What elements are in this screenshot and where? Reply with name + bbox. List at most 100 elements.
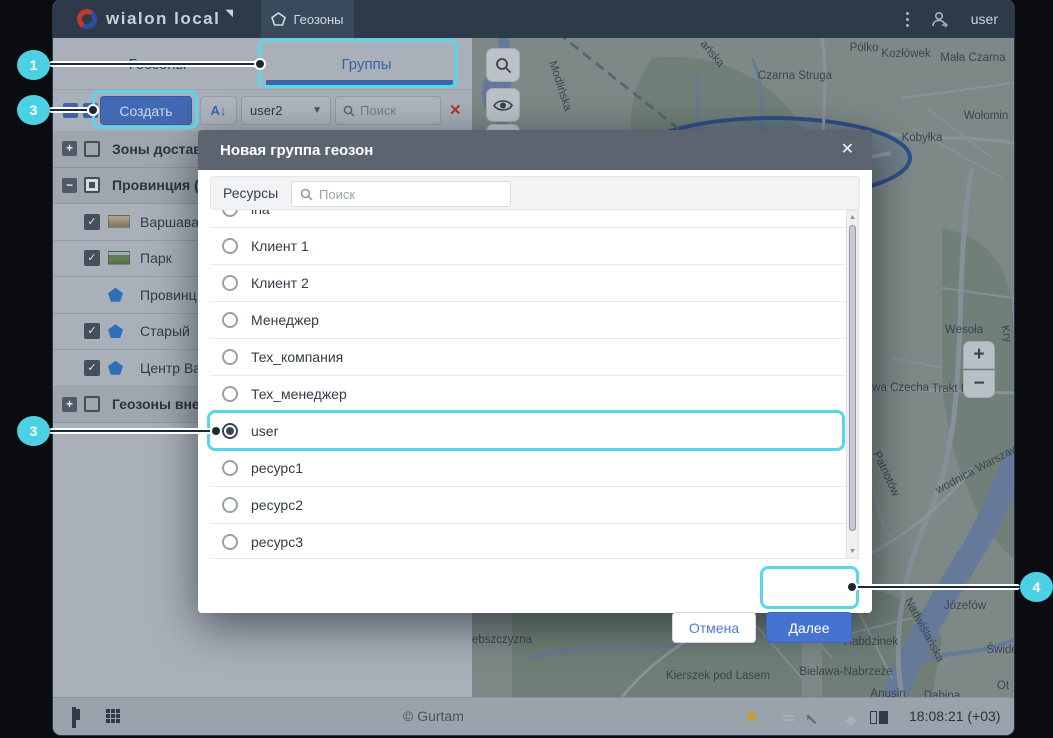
bottom-bar: © Gurtam ★ 18:08:21 (+03) xyxy=(53,697,1014,735)
resource-filter-dropdown[interactable]: user2 ▼ xyxy=(241,96,331,125)
sort-button[interactable]: А↓ xyxy=(200,96,237,125)
app-tab-label: Геозоны xyxy=(293,12,343,27)
callout-dot-3b xyxy=(210,425,222,437)
radio-icon[interactable] xyxy=(222,386,238,402)
tab-resources[interactable]: Ресурсы xyxy=(223,185,278,201)
callout-badge-1: 1 xyxy=(17,50,50,80)
map-label: Świder xyxy=(986,644,1014,656)
resource-option-label: Менеджер xyxy=(251,312,319,328)
sidebar-search[interactable] xyxy=(335,96,441,125)
checkbox-partial[interactable] xyxy=(84,177,100,193)
map-label: Czarna Struga xyxy=(758,70,832,82)
map-label: Wesoła xyxy=(945,324,983,336)
geofence-label: Центр Ва xyxy=(140,360,201,376)
radio-icon[interactable] xyxy=(222,534,238,550)
copyright-label: © Gurtam xyxy=(403,708,464,724)
dialog-tabstrip: Ресурсы xyxy=(210,176,860,210)
geofence-label: Парк xyxy=(140,250,172,266)
cancel-button[interactable]: Отмена xyxy=(672,612,756,643)
wialon-logo-icon xyxy=(77,9,97,29)
radio-icon[interactable] xyxy=(222,238,238,254)
resource-option-label: Клиент 2 xyxy=(251,275,309,291)
search-icon xyxy=(300,188,313,201)
next-button[interactable]: Далее xyxy=(766,612,852,643)
resource-option-label: Клиент 1 xyxy=(251,238,309,254)
map-label: Mała Czarna xyxy=(940,52,1005,64)
dialog-search[interactable] xyxy=(291,181,511,207)
geofence-label: Варшава xyxy=(140,214,199,230)
sidebar-search-input[interactable] xyxy=(360,103,424,118)
resource-option-label: ресурс1 xyxy=(251,460,303,476)
group-label: Провинция (5 xyxy=(112,177,207,193)
checkbox-checked[interactable]: ✓ xyxy=(84,214,100,230)
resource-option[interactable]: Клиент 2 xyxy=(210,265,846,302)
user-icon[interactable] xyxy=(931,11,949,28)
geofence-polygon-icon xyxy=(108,361,123,375)
geofence-photo-icon xyxy=(108,215,130,228)
group-label: Зоны достав xyxy=(112,141,202,157)
collapse-icon[interactable]: − xyxy=(62,178,77,193)
resource-option-label: user xyxy=(251,423,278,439)
app-tab-geofences[interactable]: Геозоны xyxy=(261,0,354,38)
radio-icon[interactable] xyxy=(222,210,238,217)
dialog-search-input[interactable] xyxy=(319,187,479,202)
top-user-label[interactable]: user xyxy=(971,11,998,27)
layout-panels-icon[interactable] xyxy=(870,711,888,724)
resource-option[interactable]: ресурс3 xyxy=(210,524,846,559)
resource-option[interactable]: Тех_компания xyxy=(210,339,846,376)
create-button[interactable]: Создать xyxy=(100,96,192,125)
scroll-thumb[interactable] xyxy=(849,225,856,531)
search-icon xyxy=(343,105,355,117)
top-bar-right: user xyxy=(906,0,998,38)
callout-dot-1 xyxy=(254,58,266,70)
pentagon-outline-icon xyxy=(271,12,286,26)
map-visibility-button[interactable] xyxy=(486,88,520,122)
resource-option[interactable]: Тех_менеджер xyxy=(210,376,846,413)
stage: wialon local ◥ Геозоны user xyxy=(0,0,1053,738)
kebab-menu-icon[interactable] xyxy=(906,12,909,27)
checkbox-unchecked[interactable] xyxy=(84,396,100,412)
checkbox-checked[interactable]: ✓ xyxy=(84,250,100,266)
apps-grid-icon[interactable] xyxy=(106,709,120,723)
scroll-down-icon[interactable]: ▼ xyxy=(847,548,858,555)
favorites-star-icon[interactable]: ★ xyxy=(744,707,759,727)
radio-icon[interactable] xyxy=(222,497,238,513)
resource-option[interactable]: ресурс2 xyxy=(210,487,846,524)
resource-option[interactable]: Клиент 1 xyxy=(210,228,846,265)
resource-option[interactable]: ресурс1 xyxy=(210,450,846,487)
radio-selected-icon[interactable] xyxy=(222,423,238,439)
zoom-in-button[interactable]: + xyxy=(963,341,995,369)
expand-icon[interactable]: + xyxy=(62,141,77,156)
clear-search-button[interactable]: ✕ xyxy=(449,101,462,119)
radio-icon[interactable] xyxy=(222,275,238,291)
radio-icon[interactable] xyxy=(222,460,238,476)
tab-groups-underline xyxy=(266,80,453,85)
resource-option[interactable]: Менеджер xyxy=(210,302,846,339)
radio-icon[interactable] xyxy=(222,349,238,365)
close-icon[interactable]: ✕ xyxy=(841,139,854,159)
callout-badge-3a: 3 xyxy=(17,95,50,125)
checkbox-unchecked[interactable] xyxy=(84,141,100,157)
geofence-polygon-icon xyxy=(108,288,123,302)
callout-badge-4: 4 xyxy=(1020,572,1053,602)
map-search-button[interactable] xyxy=(486,48,520,82)
resource-option-selected[interactable]: user xyxy=(210,413,846,450)
checkbox-checked[interactable]: ✓ xyxy=(84,323,100,339)
dialog-body: Ресурсы ina Клие xyxy=(198,170,872,613)
checkbox-checked[interactable]: ✓ xyxy=(84,360,100,376)
group-label: Геозоны вне xyxy=(112,396,200,412)
expand-icon[interactable]: + xyxy=(62,397,77,412)
scrollbar[interactable]: ▲ ▼ xyxy=(846,210,859,559)
resource-option-label: Тех_компания xyxy=(251,349,343,365)
dialog-header: Новая группа геозон ✕ xyxy=(198,130,872,170)
resource-option[interactable]: ina xyxy=(210,210,846,228)
map-label: Kobyłka xyxy=(902,132,943,144)
panel-toggle-icon[interactable] xyxy=(72,707,76,728)
radio-icon[interactable] xyxy=(222,312,238,328)
map-label: Bielawa-Nabrzeże xyxy=(799,666,892,678)
map-label: Pólko xyxy=(850,42,879,54)
logo-tick-icon: ◥ xyxy=(225,8,233,19)
zoom-out-button[interactable]: − xyxy=(963,370,995,398)
scroll-up-icon[interactable]: ▲ xyxy=(847,214,858,221)
tab-groups[interactable]: Группы xyxy=(262,38,471,90)
